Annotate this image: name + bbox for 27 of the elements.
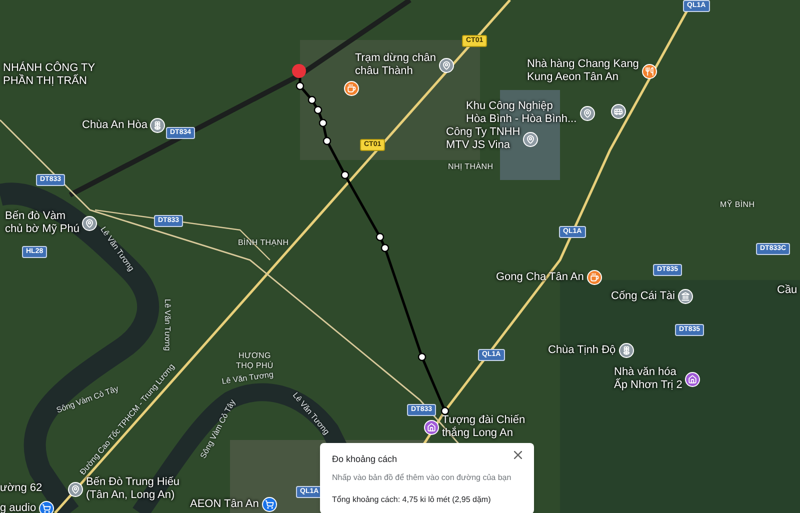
area-label: MỸ BÌNH xyxy=(720,200,755,210)
place-label[interactable]: g audio xyxy=(0,502,36,513)
close-icon[interactable] xyxy=(514,451,522,459)
place-label[interactable]: Trạm dừng chân châu Thành xyxy=(355,52,436,78)
panel-hint: Nhấp vào bản đồ để thêm vào con đường của bạn xyxy=(332,472,512,484)
place-label[interactable]: Cầu xyxy=(777,284,798,297)
total-distance: Tổng khoảng cách: 4,75 ki lô mét (2,95 dặm) xyxy=(332,494,492,506)
place-label[interactable]: Công Ty TNHH MTV JS Vina xyxy=(446,126,520,152)
place-label[interactable]: Nhà văn hóa Ấp Nhơn Trị 2 xyxy=(614,366,682,392)
place-label[interactable]: Cống Cái Tài xyxy=(611,290,675,303)
place-label[interactable]: AEON Tân An xyxy=(190,498,259,511)
place-label[interactable]: Chùa An Hòa xyxy=(82,119,148,132)
place-label[interactable]: Nhà hàng Chang Kang Kung Aeon Tân An xyxy=(527,58,639,84)
place-label[interactable]: Chùa Tịnh Độ xyxy=(548,344,616,357)
street-label: Lê Văn Tương xyxy=(221,370,274,388)
area-label: HƯƠNG THỌ PHÚ xyxy=(236,351,274,371)
place-label[interactable]: Bến Đò Trung Hiếu (Tân An, Long An) xyxy=(86,476,180,502)
street-label: Lê Văn Tương xyxy=(162,299,173,351)
place-label[interactable]: Khu Công Nghiệp Hòa Bình - Hòa Bình... xyxy=(466,100,577,126)
place-label[interactable]: Gong Cha Tân An xyxy=(496,271,584,284)
place-label[interactable]: Bến đò Vàm chủ bờ Mỹ Phú xyxy=(5,210,80,236)
satellite-map-drawing[interactable] xyxy=(0,0,800,513)
street-label: Sông Vàm Cỏ Tây xyxy=(54,383,120,415)
panel-title: Đo khoảng cách xyxy=(332,453,398,466)
area-label: NHỊ THÀNH xyxy=(448,162,494,172)
place-label[interactable]: ường 62 xyxy=(0,482,42,495)
place-label[interactable]: NHÁNH CÔNG TY PHẦN THỊ TRẤN xyxy=(3,62,96,88)
